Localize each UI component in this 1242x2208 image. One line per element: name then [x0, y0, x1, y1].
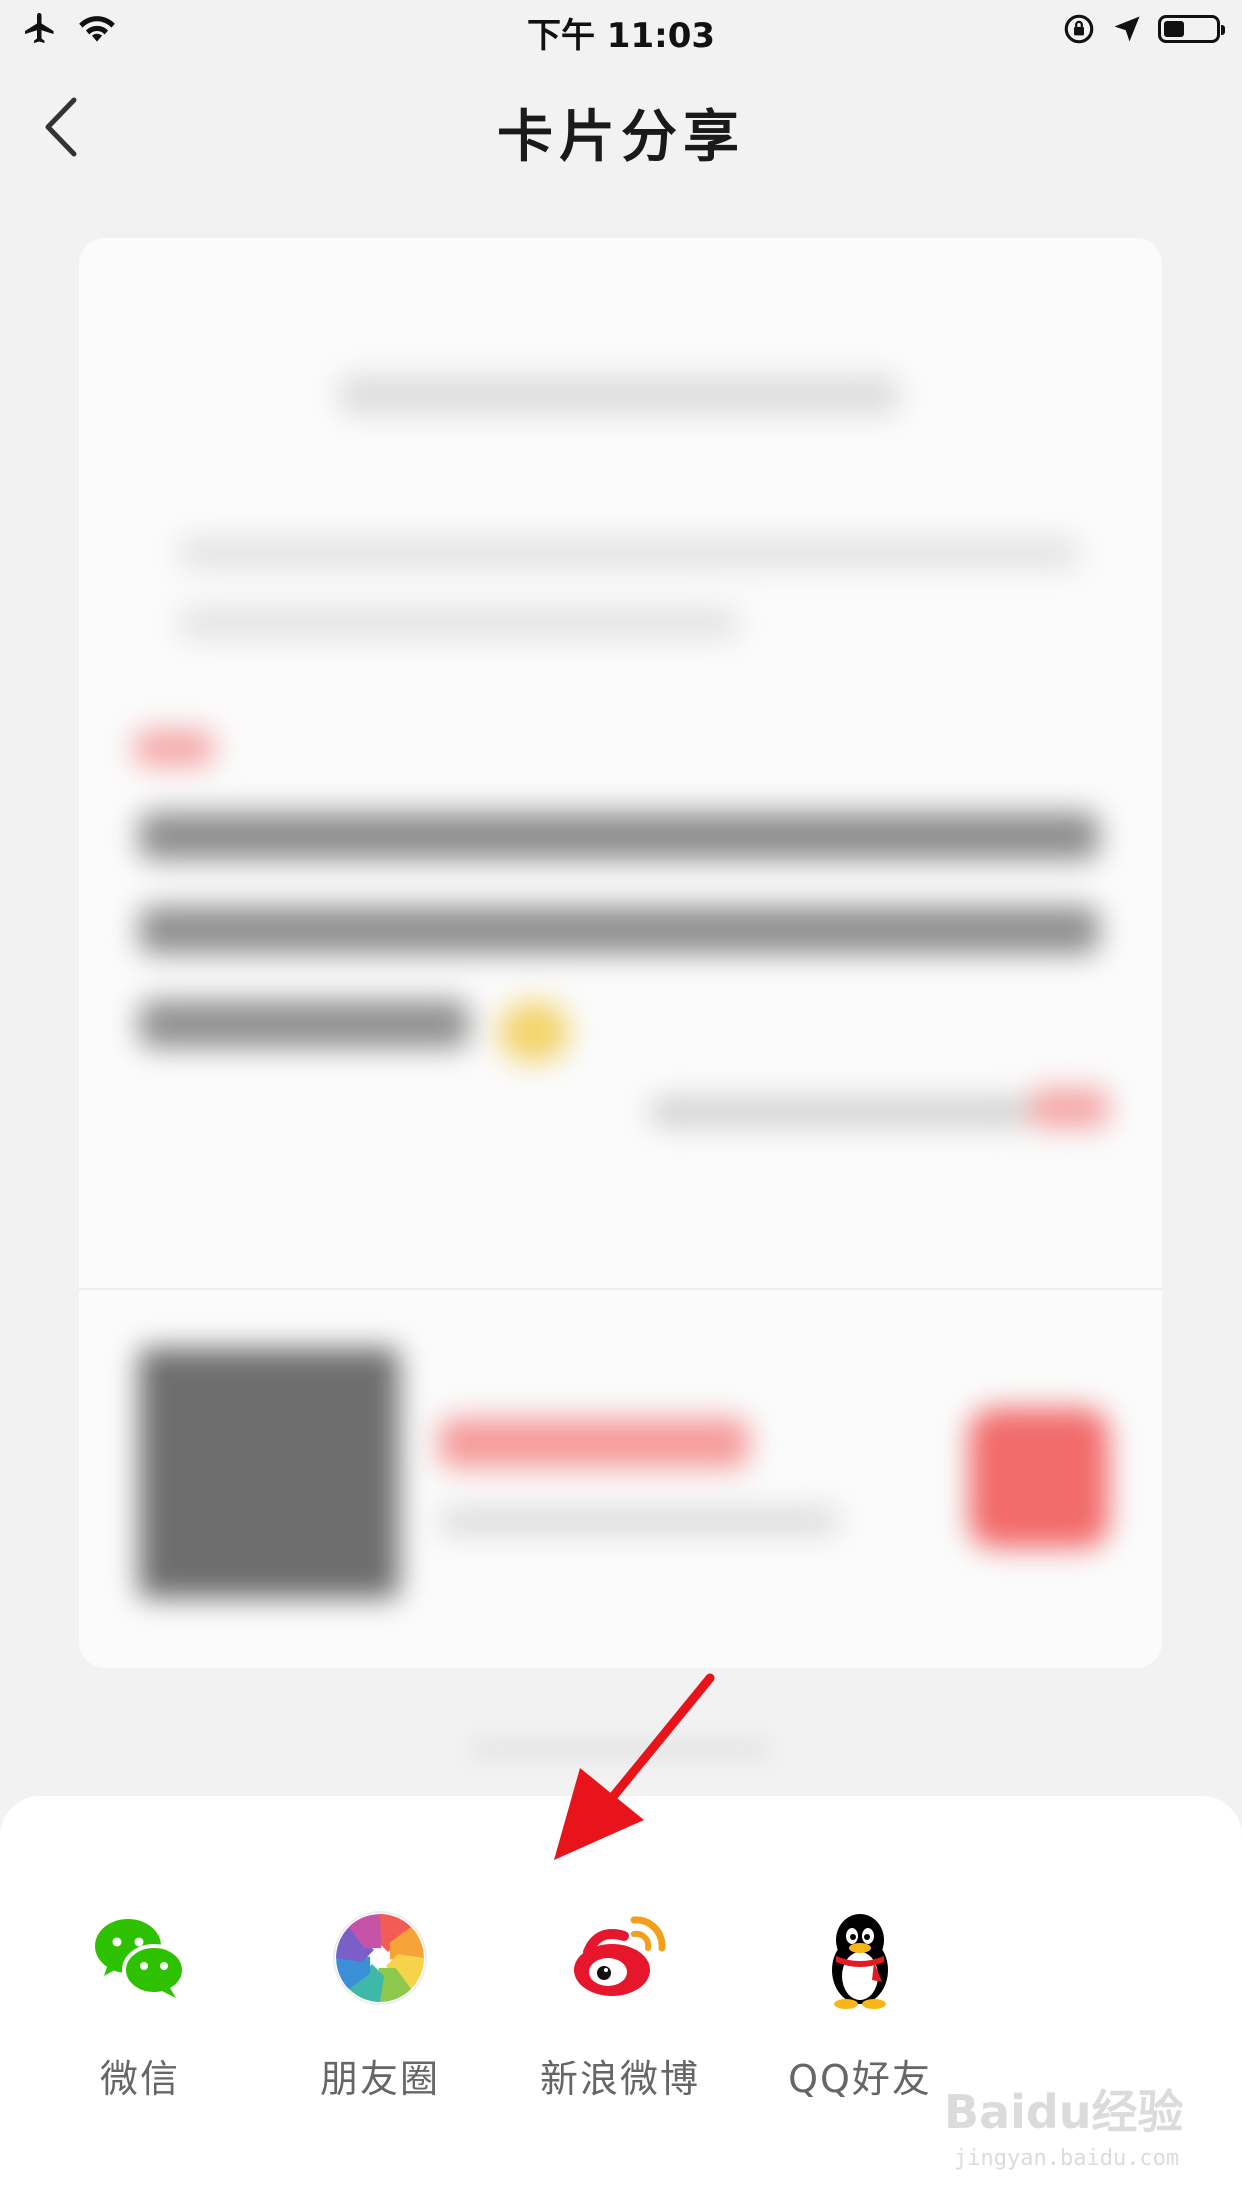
share-weibo-label: 新浪微博 [539, 2057, 700, 2101]
share-moments-label: 朋友圈 [319, 2057, 440, 2101]
card-blurred-content [79, 238, 1162, 1668]
watermark-text: Baidu经验 [944, 2085, 1184, 2139]
share-weibo-button[interactable]: 新浪微博 [500, 1906, 740, 2103]
share-moments-button[interactable]: 朋友圈 [260, 1906, 500, 2103]
location-icon [1114, 16, 1140, 42]
page-title: 卡片分享 [497, 105, 745, 170]
share-wechat-button[interactable]: 微信 [20, 1906, 260, 2103]
share-wechat-label: 微信 [99, 2057, 180, 2101]
qq-icon [832, 1914, 888, 2009]
status-time: 下午 11:03 [526, 16, 716, 56]
battery-icon [1158, 15, 1225, 43]
moments-icon [333, 1911, 427, 2005]
weibo-icon [574, 1916, 666, 1996]
red-arrow-icon [554, 1673, 715, 1860]
wechat-icon [95, 1919, 186, 1998]
share-card-preview [79, 238, 1162, 1668]
card-divider [79, 1288, 1162, 1290]
status-bar: 下午 11:03 [0, 0, 1242, 62]
nav-bar: 卡片分享 [0, 62, 1242, 192]
status-right [1062, 12, 1225, 46]
battery-fill [1164, 21, 1184, 37]
orientation-lock-icon [1064, 14, 1094, 44]
baidu-watermark: Baidu经验 jingyan.baidu.com [944, 2070, 1234, 2190]
watermark-url: jingyan.baidu.com [954, 2146, 1180, 2171]
